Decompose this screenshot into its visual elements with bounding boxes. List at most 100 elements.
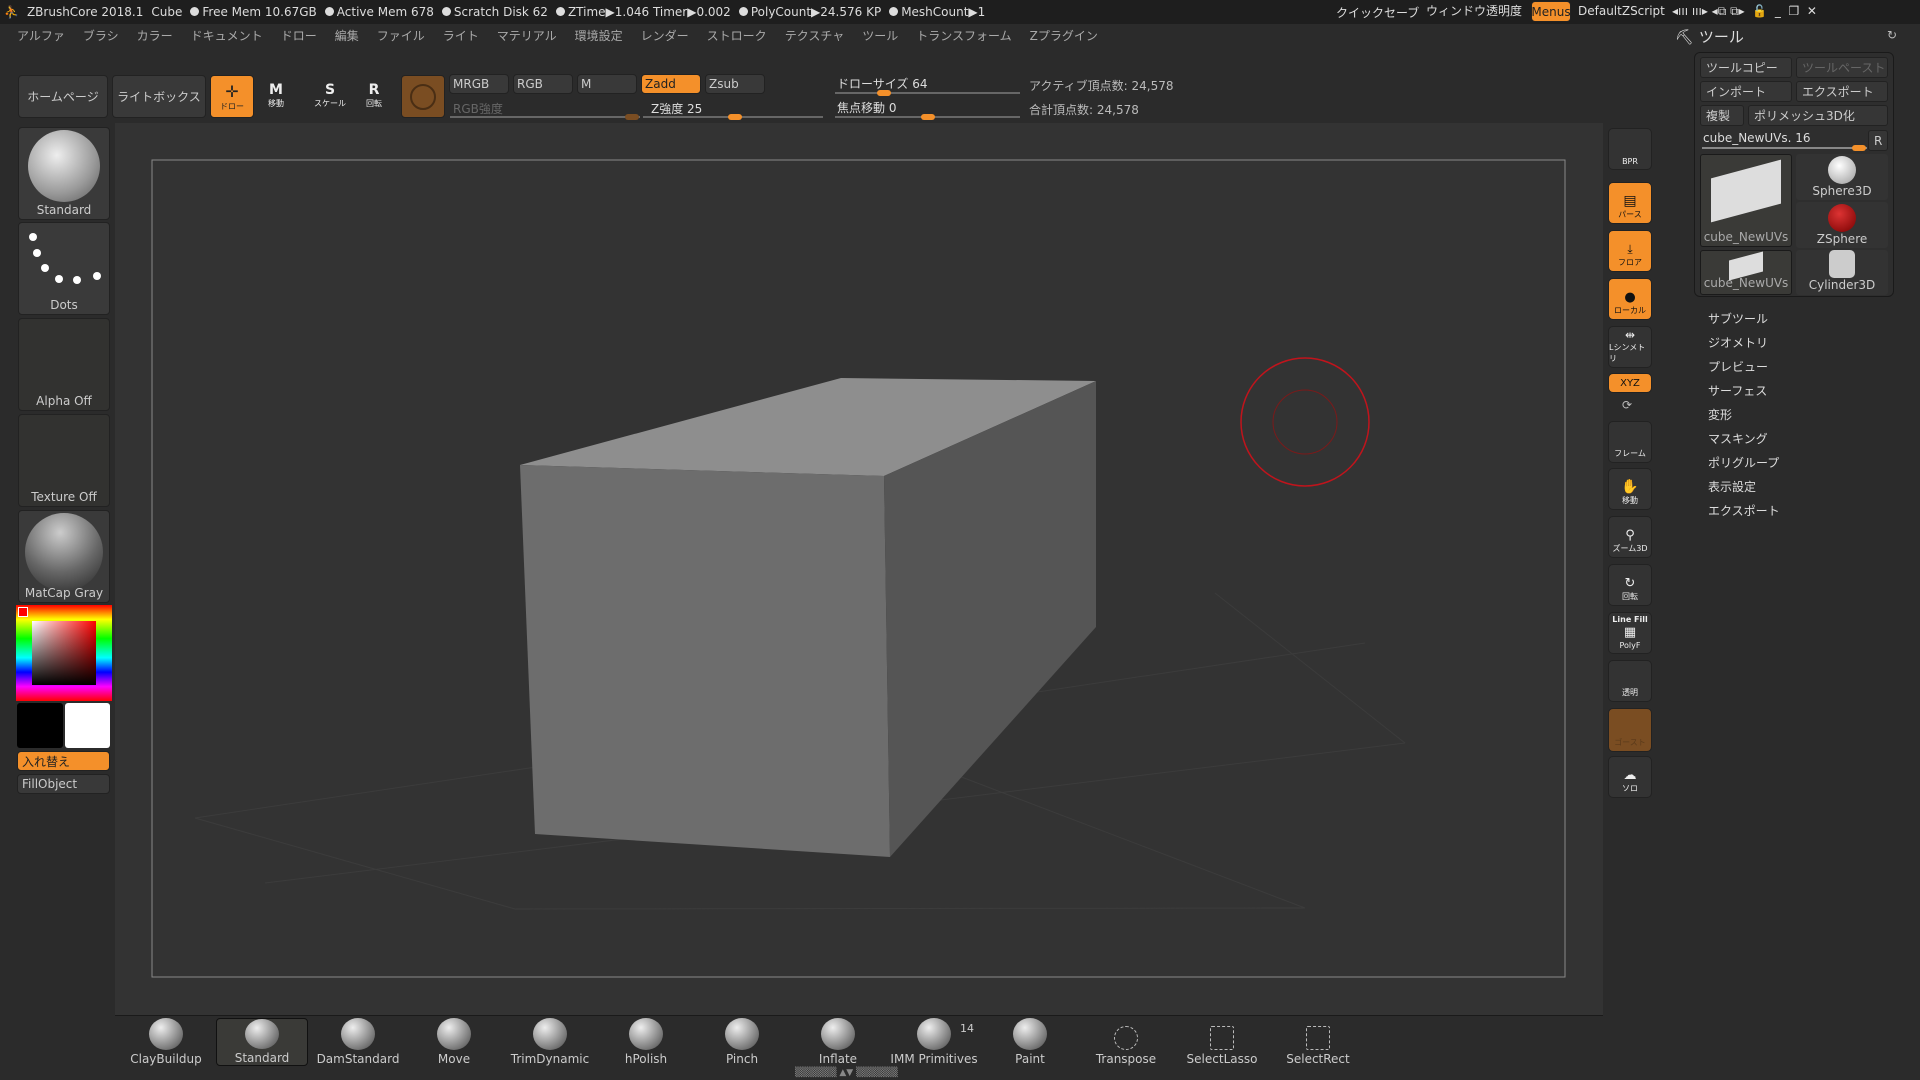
menu-item[interactable]: ツール <box>859 26 901 45</box>
perspective-button[interactable]: ▤ パース <box>1608 182 1652 224</box>
ghost-button[interactable]: ゴースト <box>1608 708 1652 752</box>
default-zscript-button[interactable]: DefaultZScript <box>1578 4 1665 18</box>
tool-thumb-sphere3d[interactable]: Sphere3D <box>1796 154 1888 200</box>
transparent-button[interactable]: 透明 <box>1608 660 1652 702</box>
brush-transpose[interactable]: Transpose <box>1080 1018 1172 1066</box>
viewport[interactable] <box>115 123 1603 1015</box>
menu-item[interactable]: カラー <box>134 26 176 45</box>
menu-item[interactable]: レンダー <box>638 26 692 45</box>
brush-selectlasso[interactable]: SelectLasso <box>1176 1018 1268 1066</box>
main-color-swatch[interactable] <box>65 703 110 748</box>
rotate-button[interactable]: R 回転 <box>366 82 382 109</box>
clone-button[interactable]: 複製 <box>1700 105 1744 126</box>
export-button[interactable]: エクスポート <box>1796 81 1888 102</box>
homepage-button[interactable]: ホームページ <box>18 75 108 118</box>
material-selector[interactable]: MatCap Gray <box>18 510 110 603</box>
tool-copy-button[interactable]: ツールコピー <box>1700 57 1792 78</box>
lightbox-button[interactable]: ライトボックス <box>112 75 206 118</box>
menu-item[interactable]: 環境設定 <box>572 26 626 45</box>
menu-item[interactable]: ファイル <box>374 26 428 45</box>
brush-move[interactable]: Move <box>408 1018 500 1066</box>
move-view-button[interactable]: ✋ 移動 <box>1608 468 1652 510</box>
menu-item[interactable]: ブラシ <box>80 26 122 45</box>
brush-damstandard[interactable]: DamStandard <box>312 1018 404 1066</box>
brush-selector[interactable]: Standard <box>18 127 110 220</box>
local-button[interactable]: ● ローカル <box>1608 278 1652 320</box>
subtool-slider[interactable] <box>1702 145 1867 151</box>
zadd-button[interactable]: Zadd <box>641 74 701 94</box>
r-button[interactable]: R <box>1868 130 1888 151</box>
shelf-toggle-handle[interactable]: ▒▒▒▒▒▒ ▲▼ ▒▒▒▒▒▒ <box>795 1068 898 1078</box>
canvas[interactable] <box>115 123 1603 1015</box>
solo-button[interactable]: ☁ ソロ <box>1608 756 1652 798</box>
menu-item[interactable]: アルファ <box>14 26 68 45</box>
texture-selector[interactable]: Texture Off <box>18 414 110 507</box>
stroke-selector[interactable]: Dots <box>18 222 110 315</box>
alpha-selector[interactable]: Alpha Off <box>18 318 110 411</box>
tool-section-6[interactable]: ポリグループ <box>1708 454 1779 471</box>
tool-section-5[interactable]: マスキング <box>1708 430 1768 447</box>
tool-section-3[interactable]: サーフェス <box>1708 382 1767 399</box>
brush-standard[interactable]: Standard <box>216 1018 308 1066</box>
material-button[interactable] <box>401 75 445 118</box>
m-button[interactable]: M <box>577 74 637 94</box>
polyframe-button[interactable]: Line Fill ▦ PolyF <box>1608 612 1652 654</box>
y-rotate-icon[interactable]: ⟳ <box>1622 398 1632 412</box>
color-picker[interactable] <box>16 605 112 701</box>
brush-claybuildup[interactable]: ClayBuildup <box>120 1018 212 1066</box>
window-transparency-slider[interactable]: ウィンドウ透明度 <box>1426 2 1522 19</box>
window-controls[interactable]: ◂ııı ııı▸ ◂⧉ ⧉▸ 🔓 _ ❐ ✕ <box>1672 4 1817 19</box>
symmetry-button[interactable]: ⇹ Lシンメトリ <box>1608 326 1652 368</box>
tool-thumb-zsphere[interactable]: ZSphere <box>1796 202 1888 248</box>
brush-selectrect[interactable]: SelectRect <box>1272 1018 1364 1066</box>
menu-item[interactable]: ライト <box>440 26 482 45</box>
tool-section-4[interactable]: 変形 <box>1708 406 1732 423</box>
menu-item[interactable]: 編集 <box>332 26 362 45</box>
import-button[interactable]: インポート <box>1700 81 1792 102</box>
brush-inflate[interactable]: Inflate <box>792 1018 884 1066</box>
menu-item[interactable]: Zプラグイン <box>1027 26 1101 45</box>
brush-trimdynamic[interactable]: TrimDynamic <box>504 1018 596 1066</box>
tool-section-2[interactable]: プレビュー <box>1708 358 1768 375</box>
zsub-button[interactable]: Zsub <box>705 74 765 94</box>
tool-paste-button[interactable]: ツールペースト <box>1796 57 1888 78</box>
tool-thumb-cube[interactable]: cube_NewUVs <box>1700 154 1792 247</box>
palette-refresh-icon[interactable]: ↻ <box>1887 28 1897 42</box>
menu-item[interactable]: ストローク <box>704 26 770 45</box>
quicksave-button[interactable]: クイックセーブ <box>1336 4 1419 21</box>
scale-button[interactable]: S スケール <box>314 82 346 109</box>
zoom3d-button[interactable]: ⚲ ズーム3D <box>1608 516 1652 558</box>
draw-size-slider[interactable] <box>835 90 1020 96</box>
floor-button[interactable]: ⤓ フロア <box>1608 230 1652 272</box>
frame-button[interactable]: フレーム <box>1608 421 1652 463</box>
tool-section-1[interactable]: ジオメトリ <box>1708 334 1768 351</box>
mrgb-button[interactable]: MRGB <box>449 74 509 94</box>
move-button[interactable]: M 移動 <box>268 82 284 109</box>
brush-pinch[interactable]: Pinch <box>696 1018 788 1066</box>
brush-hpolish[interactable]: hPolish <box>600 1018 692 1066</box>
focal-shift-slider[interactable] <box>835 114 1020 120</box>
bpr-button[interactable]: BPR <box>1608 128 1652 170</box>
rotate-view-button[interactable]: ↻ 回転 <box>1608 564 1652 606</box>
menu-item[interactable]: マテリアル <box>494 26 560 45</box>
menu-item[interactable]: ドキュメント <box>188 26 266 45</box>
fill-object-button[interactable]: FillObject <box>17 774 110 794</box>
menu-item[interactable]: トランスフォーム <box>913 26 1014 45</box>
xyz-button[interactable]: XYZ <box>1608 373 1652 393</box>
menus-button[interactable]: Menus <box>1531 1 1571 22</box>
rgb-intensity-slider[interactable] <box>450 114 640 120</box>
tool-section-0[interactable]: サブツール <box>1708 310 1768 327</box>
tool-section-7[interactable]: 表示設定 <box>1708 478 1756 495</box>
menu-item[interactable]: ドロー <box>278 26 320 45</box>
tool-thumb-cylinder3d[interactable]: Cylinder3D <box>1796 250 1888 295</box>
menu-item[interactable]: テクスチャ <box>782 26 848 45</box>
tool-thumb-cube-small[interactable]: cube_NewUVs <box>1700 250 1792 295</box>
brush-imm-primitives[interactable]: IMM Primitives 14 <box>888 1018 980 1066</box>
rgb-button[interactable]: RGB <box>513 74 573 94</box>
swap-colors-button[interactable]: 入れ替え <box>17 751 110 771</box>
secondary-color-swatch[interactable] <box>17 703 63 748</box>
make-polymesh-button[interactable]: ポリメッシュ3D化 <box>1748 105 1888 126</box>
brush-paint[interactable]: Paint <box>984 1018 1076 1066</box>
tool-section-8[interactable]: エクスポート <box>1708 502 1780 519</box>
draw-button[interactable]: ✛ ドロー <box>210 75 254 118</box>
